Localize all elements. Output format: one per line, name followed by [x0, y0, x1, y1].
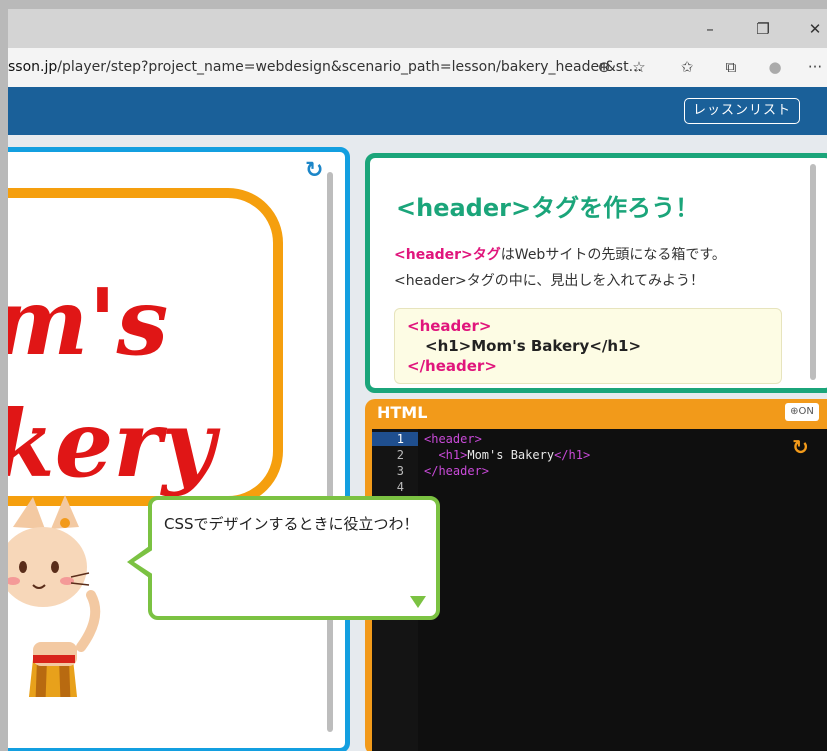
example-code-line-3: </header>	[407, 357, 497, 375]
profile-icon[interactable]: ●	[764, 56, 786, 78]
minimize-icon[interactable]: –	[695, 17, 725, 41]
preview-panel: m's kery ↻	[8, 147, 350, 751]
instruction-panel: <header>タグを作ろう！ <header>タグはWebサイトの先頭になる箱…	[365, 153, 827, 393]
url-text[interactable]: sson.jp/player/step?project_name=webdesi…	[8, 59, 642, 75]
address-bar[interactable]: sson.jp/player/step?project_name=webdesi…	[8, 48, 827, 88]
preview-heading-line1: m's	[8, 268, 169, 376]
speech-bubble-text: CSSでデザインするときに役立つわ！	[164, 515, 419, 533]
code-editor[interactable]: 1 2 3 4 <header> <h1>Mom's Bakery</h1> <…	[372, 429, 827, 751]
next-arrow-icon[interactable]	[410, 596, 426, 608]
preview-heading-line2: kery	[8, 390, 216, 498]
line-number: 3	[396, 464, 404, 478]
preview-scrollbar[interactable]	[327, 172, 333, 732]
instruction-title: <header>タグを作ろう！	[396, 194, 700, 222]
lesson-list-button[interactable]: レッスンリスト	[684, 98, 801, 124]
line-number: 4	[396, 480, 404, 494]
close-icon[interactable]: ✕	[800, 17, 827, 41]
editor-title: HTML	[377, 403, 428, 422]
speech-bubble: CSSでデザインするときに役立つわ！	[127, 496, 440, 620]
code-h1-open: <h1>	[438, 448, 468, 462]
line-number: 2	[396, 448, 404, 462]
instruction-line-2: <header>タグの中に、見出しを入れてみよう！	[394, 273, 704, 289]
code-h1-text: Mom's Bakery	[467, 448, 555, 462]
lesson-content: m's kery ↻ <header>タグを作ろう！ <header>タグはWe…	[8, 135, 827, 751]
code-line-3: </header>	[424, 464, 490, 478]
code-line-1: <header>	[424, 432, 482, 446]
favorite-star-icon[interactable]: ☆	[628, 56, 650, 78]
speech-bubble-tail-inner	[134, 549, 154, 575]
example-code-line-2: <h1>Mom's Bakery</h1>	[425, 337, 642, 355]
example-code-box: <header> <h1>Mom's Bakery</h1> </header>	[394, 308, 782, 384]
line-number: 1	[372, 432, 418, 446]
instruction-line-1: <header>タグはWebサイトの先頭になる箱です。	[394, 244, 726, 264]
instruction-tag-word: タグ	[472, 247, 501, 263]
title-bar: – ❐ ✕	[8, 9, 827, 48]
url-path: /player/step?project_name=webdesign&scen…	[57, 59, 642, 75]
instruction-line-1-rest: はWebサイトの先頭になる箱です。	[500, 247, 726, 263]
example-code-line-1: <header>	[407, 317, 492, 335]
favorites-icon[interactable]: ✩	[676, 56, 698, 78]
collections-icon[interactable]: ⧉	[720, 56, 742, 78]
instruction-scrollbar[interactable]	[810, 164, 816, 380]
instruction-tag-name: <header>	[394, 247, 473, 263]
preview-refresh-icon[interactable]: ↻	[305, 158, 323, 183]
url-host: sson.jp	[8, 59, 58, 75]
page-header: レッスンリスト	[8, 87, 827, 135]
editor-refresh-icon[interactable]: ↻	[792, 435, 809, 459]
code-h1-close: </h1>	[554, 448, 591, 462]
restore-icon[interactable]: ❐	[748, 17, 778, 41]
zoom-icon[interactable]: ⊕	[593, 56, 615, 78]
cat-character-icon	[8, 495, 101, 697]
more-icon[interactable]: ···	[804, 56, 826, 78]
code-line-2: <h1>Mom's Bakery</h1>	[424, 448, 590, 462]
browser-window: – ❐ ✕ sson.jp/player/step?project_name=w…	[8, 9, 827, 751]
editor-zoom-button[interactable]: ⊕ON	[785, 403, 819, 421]
